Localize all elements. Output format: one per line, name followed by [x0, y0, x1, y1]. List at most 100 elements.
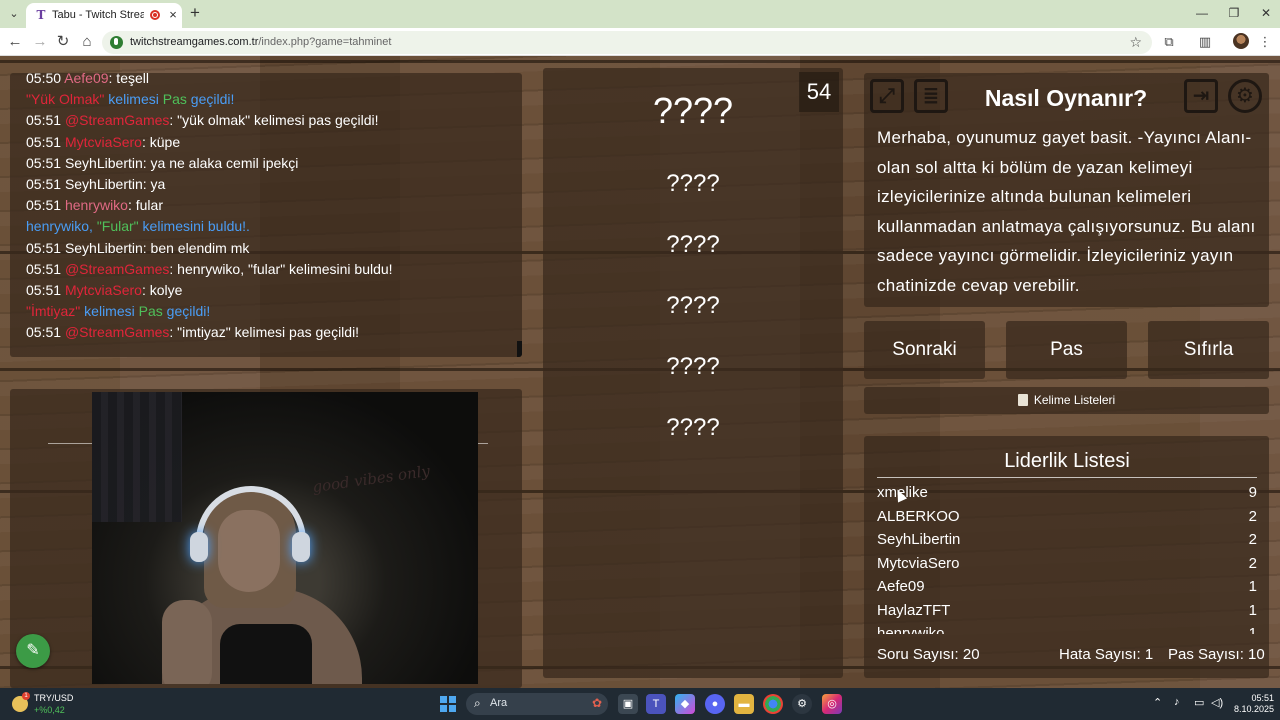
- tray-chevron-icon[interactable]: ⌃: [1153, 696, 1162, 709]
- tools-wrench-button[interactable]: ✎: [16, 634, 50, 668]
- chat-timestamp: 05:51: [26, 133, 65, 150]
- headphone-cup-left: [190, 532, 208, 562]
- instagram-icon[interactable]: ◎: [822, 694, 842, 714]
- chat-system-message: henrywiko, "Fular" kelimesini buldu!.: [26, 217, 250, 235]
- chat-username[interactable]: Aefe09: [64, 73, 108, 86]
- leaderboard-row: henrywiko 1: [877, 622, 1257, 634]
- next-button[interactable]: Sonraki: [864, 321, 985, 379]
- close-window-icon[interactable]: ✕: [1258, 5, 1274, 21]
- tab-search-icon[interactable]: ⌄: [6, 6, 22, 22]
- task-view-icon[interactable]: ▣: [618, 694, 638, 714]
- player-score: 1: [1248, 578, 1257, 595]
- clock[interactable]: 05:51 8.10.2025: [1232, 693, 1274, 715]
- microphone-tray-icon[interactable]: ♪: [1174, 696, 1180, 708]
- forbidden-word: ????: [666, 231, 720, 258]
- chat-username[interactable]: @StreamGames: [65, 112, 169, 128]
- divider: [877, 477, 1257, 478]
- leaderboard-list[interactable]: xmelike 9 ALBERKOO 2 SeyhLibertin 2 MytcviaSer…: [877, 481, 1257, 634]
- leaderboard-row: Aefe09 1: [877, 575, 1257, 599]
- chat-scrollbar[interactable]: [517, 341, 522, 357]
- chat-username[interactable]: SeyhLibertin: [65, 176, 143, 192]
- chrome-icon[interactable]: [763, 694, 783, 714]
- player-name: MytcviaSero: [877, 554, 960, 572]
- restore-icon[interactable]: ❐: [1226, 5, 1242, 21]
- chat-username[interactable]: SeyhLibertin: [65, 155, 143, 171]
- profile-avatar[interactable]: [1233, 33, 1249, 49]
- extensions-icon[interactable]: ⧉: [1160, 33, 1178, 51]
- chat-username[interactable]: SeyhLibertin: [65, 240, 143, 256]
- notepad-icon: [1017, 394, 1028, 406]
- how-to-play-title: Nasıl Oynanır?: [984, 85, 1148, 111]
- chat-username[interactable]: henrywiko: [65, 197, 128, 213]
- leaderboard-panel: Liderlik Listesi xmelike 9 ALBERKOO 2 SeyhLi…: [864, 436, 1269, 678]
- side-panel-icon[interactable]: ▥: [1196, 33, 1214, 51]
- leaderboard-title: Liderlik Listesi: [1004, 450, 1130, 472]
- forbidden-word: ????: [666, 414, 720, 441]
- chat-message: 05:51 @StreamGames: "yük olmak" kelimesi…: [26, 111, 379, 129]
- menu-icon[interactable]: ⋮: [1256, 33, 1274, 51]
- url-text: twitchstreamgames.com.tr/index.php?game=…: [130, 36, 392, 48]
- search-highlight-icon: ✿: [591, 696, 602, 710]
- tab-title: Tabu - Twitch Stream Games: [52, 9, 144, 21]
- chat-text: : fular: [127, 197, 163, 214]
- display-icon[interactable]: ▭: [1194, 696, 1204, 709]
- chat-fragment: "İmtiyaz": [26, 303, 81, 320]
- chat-text: : "imtiyaz" kelimesi pas geçildi!: [169, 324, 360, 341]
- ticker-value: +%0,42: [34, 705, 65, 715]
- word-lists-label: Kelime Listeleri: [1033, 393, 1116, 407]
- chat-username[interactable]: MytcviaSero: [65, 282, 142, 298]
- discord-icon[interactable]: ●: [705, 694, 725, 714]
- start-button[interactable]: [440, 696, 456, 712]
- player-name: HaylazTFT: [877, 601, 951, 619]
- notes-icon[interactable]: ≣: [914, 79, 948, 113]
- back-icon[interactable]: ←: [6, 33, 24, 51]
- minimize-icon[interactable]: —: [1194, 5, 1210, 21]
- microphone-icon[interactable]: [110, 36, 123, 49]
- reload-icon[interactable]: ↻: [54, 33, 72, 51]
- chat-text: : kolye: [141, 282, 183, 298]
- chat-fragment: "Fular": [96, 218, 139, 235]
- leaderboard-row: MytcviaSero 2: [877, 552, 1257, 576]
- taskbar-search[interactable]: ⌕ Ara ✿: [466, 693, 608, 715]
- forward-icon[interactable]: →: [31, 33, 49, 51]
- chat-message: 05:51 @StreamGames: henrywiko, "fular" k…: [26, 260, 393, 278]
- forbidden-word: ????: [666, 353, 720, 380]
- close-tab-icon[interactable]: ×: [166, 7, 180, 23]
- player-score: 1: [1248, 601, 1257, 619]
- chat-timestamp: 05:51: [26, 324, 65, 341]
- chat-timestamp: 05:51: [26, 154, 65, 171]
- webcam-video: good vibes only: [92, 392, 478, 684]
- windows-taskbar: 1 TRY/USD +%0,42 ⌕ Ara ✿ ▣ T ◆ ● ▬ ⚙ ◎ ⌃…: [0, 688, 1280, 720]
- question-count: Soru Sayısı: 20: [877, 646, 980, 663]
- bookmark-star-icon[interactable]: ☆: [1129, 34, 1142, 51]
- player-name: ALBERKOO: [877, 507, 960, 525]
- copilot-icon[interactable]: ◆: [675, 694, 695, 714]
- chat-panel[interactable]: 05:50 Aefe09: teşell "Yük Olmak" kelimesi…: [10, 73, 522, 357]
- home-icon[interactable]: ⌂: [78, 33, 96, 51]
- new-tab-button[interactable]: +: [187, 4, 203, 21]
- video-background-shelf: [92, 392, 182, 522]
- chat-text: : teşell: [108, 73, 149, 86]
- settings-gear-icon[interactable]: ⚙: [1228, 79, 1262, 113]
- twitch-favicon-icon: T: [36, 8, 46, 22]
- pass-button[interactable]: Pas: [1006, 321, 1127, 379]
- steam-icon[interactable]: ⚙: [792, 694, 812, 714]
- chat-username[interactable]: @StreamGames: [65, 261, 169, 277]
- volume-icon[interactable]: ◁): [1211, 696, 1223, 709]
- teams-icon[interactable]: T: [646, 694, 666, 714]
- ticker-name: TRY/USD: [34, 693, 74, 703]
- browser-tab[interactable]: T Tabu - Twitch Stream Games ×: [26, 3, 182, 28]
- chat-username[interactable]: MytcviaSero: [65, 134, 142, 150]
- search-placeholder: Ara: [490, 697, 508, 709]
- player-name: SeyhLibertin: [877, 531, 961, 548]
- address-bar[interactable]: twitchstreamgames.com.tr/index.php?game=…: [102, 31, 1152, 54]
- chat-username[interactable]: @StreamGames: [65, 324, 169, 340]
- chat-fragment: "Yük Olmak": [26, 91, 105, 108]
- streamer-top: [220, 624, 312, 684]
- reset-button[interactable]: Sıfırla: [1148, 321, 1269, 379]
- fullscreen-icon[interactable]: ⤢: [870, 79, 904, 113]
- logout-icon[interactable]: ⇥: [1184, 79, 1218, 113]
- chat-system-message: "Yük Olmak" kelimesi Pas geçildi!: [26, 90, 234, 108]
- word-lists-button[interactable]: Kelime Listeleri: [864, 387, 1269, 414]
- file-explorer-icon[interactable]: ▬: [734, 694, 754, 714]
